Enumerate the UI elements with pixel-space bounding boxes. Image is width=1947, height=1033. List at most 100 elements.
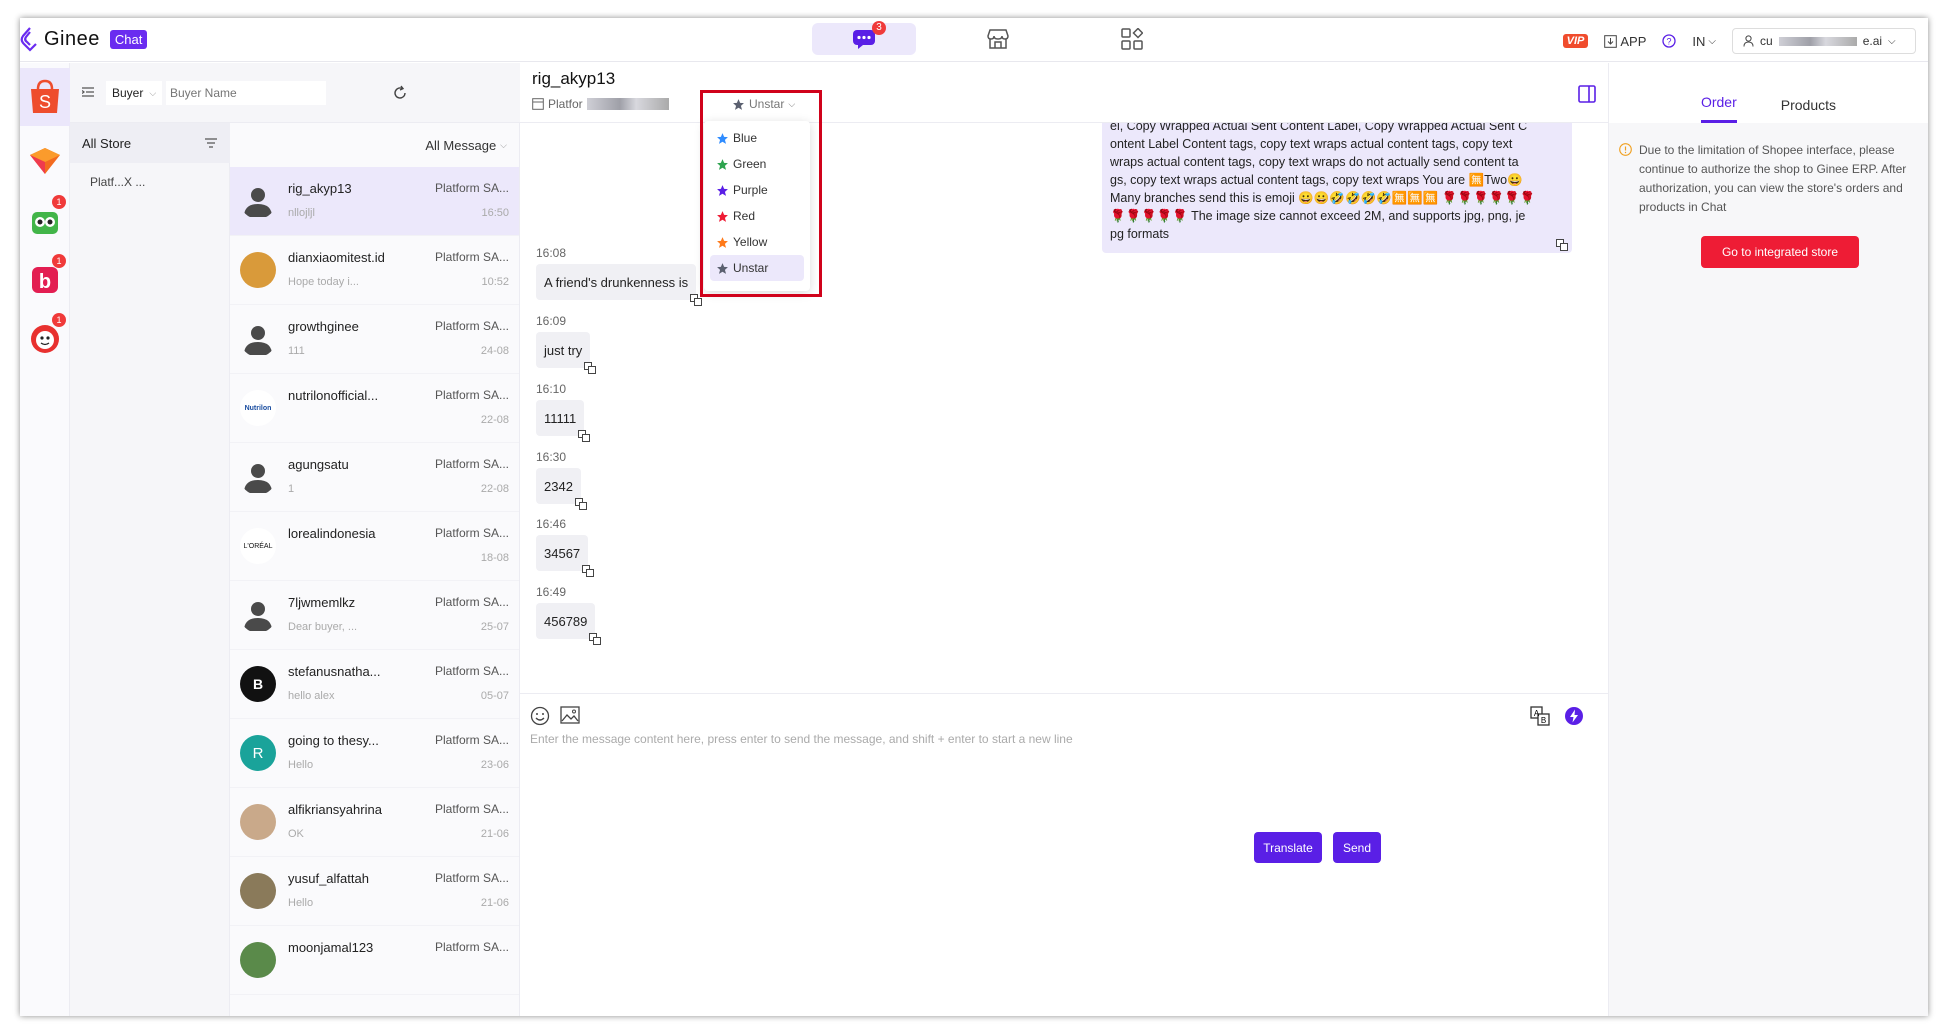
buyer-type-label: Buyer (112, 86, 144, 100)
emoji-icon[interactable] (530, 706, 550, 726)
user-menu[interactable]: cu e.ai ⌵ (1732, 28, 1916, 54)
svg-text:B: B (1541, 716, 1546, 725)
translate-button[interactable]: Translate (1254, 832, 1322, 863)
translate-icon[interactable] (589, 633, 602, 645)
conversation-item[interactable]: L'ORÉAL lorealindonesia Platform SA... 18-0… (230, 512, 519, 581)
menu-collapse-icon[interactable] (82, 87, 94, 97)
platform-blibli[interactable]: 1 (20, 309, 70, 367)
conversation-item[interactable]: dianxiaomitest.id Platform SA... Hope toda… (230, 236, 519, 305)
tab-store[interactable] (946, 23, 1050, 55)
incoming-message-text: just try (544, 342, 583, 358)
ginee-logo-icon (20, 27, 37, 52)
send-button[interactable]: Send (1333, 832, 1381, 863)
conversation-body: dianxiaomitest.id Platform SA... Hope toda… (288, 244, 509, 296)
conversation-time: 22-08 (480, 483, 509, 495)
image-icon[interactable] (560, 706, 580, 724)
conversation-name: rig_akyp13 (288, 181, 352, 196)
conversation-body: rig_akyp13 Platform SA... nllojljl 16:50 (288, 175, 509, 227)
tab-apps[interactable] (1080, 23, 1184, 55)
conversation-preview: OK (288, 828, 304, 840)
outgoing-message-text: el, Copy Wrapped Actual Sent Content Lab… (1110, 123, 1564, 243)
incoming-message: A friend's drunkenness is (536, 264, 703, 306)
app-download[interactable]: APP (1604, 34, 1646, 49)
conversation-item[interactable]: Rgoing to thesy... Platform SA... Hello 23-… (230, 719, 519, 788)
platform-shopee[interactable]: S (20, 68, 70, 126)
incoming-message-text: 11111 (544, 410, 577, 426)
ginee-logo[interactable]: Ginee Chat (20, 26, 148, 52)
avatar (240, 183, 276, 219)
outgoing-line: el, Copy Wrapped Actual Sent Content Lab… (1110, 123, 1528, 133)
tab-chat[interactable]: 3 (812, 21, 916, 55)
conversation-items: rig_akyp13 Platform SA... nllojljl 16:50 dia… (230, 167, 519, 995)
conversation-item[interactable]: rig_akyp13 Platform SA... nllojljl 16:50 (230, 167, 519, 236)
conversation-item[interactable]: 7ljwmemlkz Platform SA... Dear buyer, ... 2… (230, 581, 519, 650)
refresh-icon[interactable] (392, 85, 408, 101)
platform-bukalapak[interactable]: b 1 (20, 250, 70, 308)
message-filter[interactable]: All Message ⌵ (230, 123, 519, 167)
go-to-integrated-store-button[interactable]: Go to integrated store (1701, 236, 1859, 268)
buyer-name-input[interactable] (166, 81, 326, 105)
conversation-preview: nllojljl (288, 207, 315, 219)
conversation-store: Platform SA... (434, 181, 509, 195)
message-time: 16:08 (536, 246, 567, 260)
conversation-store: Platform SA... (434, 664, 509, 678)
default-avatar-icon (244, 602, 272, 631)
platform-lazada[interactable] (20, 132, 70, 190)
apps-grid-icon (1121, 28, 1143, 50)
shopee-icon: S (31, 79, 59, 113)
buyer-type-select[interactable]: Buyer ⌵ (106, 81, 163, 105)
tab-order[interactable]: Order (1700, 94, 1737, 123)
loreal-logo-icon: L'ORÉAL (243, 542, 273, 550)
chat-area: rig_akyp13 Platfor Unstar ⌵ el, Copy Wra… (520, 63, 1608, 1016)
conversation-item[interactable]: alfikriansyahrina Platform SA... OK 21-06 (230, 788, 519, 857)
conversation-time: 23-06 (480, 759, 509, 771)
store-filter-header[interactable]: All Store (70, 123, 230, 163)
conversation-item[interactable]: growthginee Platform SA... 111 24-08 (230, 305, 519, 374)
chat-header: rig_akyp13 Platfor Unstar ⌵ (520, 63, 1608, 123)
user-suffix: e.ai (1862, 34, 1883, 48)
all-store-label: All Store (82, 135, 132, 151)
buyer-filter-bar: Buyer ⌵ (70, 63, 520, 123)
order-panel: Order Products Due to the limitation of … (1608, 63, 1928, 1016)
incoming-message-text: A friend's drunkenness is (544, 274, 689, 290)
translate-icon[interactable] (582, 565, 595, 577)
region-select[interactable]: IN ⌵ (1692, 34, 1716, 49)
platform-tokopedia[interactable]: 1 (20, 191, 70, 249)
user-prefix: cu (1760, 34, 1773, 48)
composer-right-tools: AB (1530, 706, 1584, 726)
translate-icon[interactable] (584, 362, 597, 374)
incoming-message-text: 2342 (544, 478, 573, 494)
conversation-item[interactable]: Bstefanusnatha... Platform SA... hello ale… (230, 650, 519, 719)
top-bar: Ginee Chat 3 VIP APP ? IN ⌵ cu e.ai ⌵ (20, 18, 1928, 62)
store-item[interactable]: Platf...X ... (90, 175, 145, 189)
conversation-preview: Hello (288, 897, 314, 909)
filter-icon[interactable] (204, 138, 218, 148)
download-icon (1604, 34, 1618, 48)
store-icon (987, 29, 1009, 49)
bukalapak-badge: 1 (52, 254, 66, 268)
conversation-preview: 111 (288, 345, 305, 357)
quick-reply-icon[interactable] (1564, 706, 1584, 726)
svg-text:A: A (1534, 709, 1540, 718)
chevron-down-icon: ⌵ (1888, 35, 1896, 47)
translate-icon[interactable] (578, 430, 591, 442)
translate-icon[interactable] (1556, 239, 1568, 251)
conversation-item[interactable]: yusuf_alfattah Platform SA... Hello 21-06 (230, 857, 519, 926)
tokopedia-badge: 1 (52, 195, 66, 209)
conversation-item[interactable]: moonjamal123 Platform SA... (230, 926, 519, 995)
message-time: 16:30 (536, 450, 567, 464)
conversation-item[interactable]: agungsatu Platform SA... 1 22-08 (230, 443, 519, 512)
message-input-placeholder[interactable]: Enter the message content here, press en… (530, 732, 1073, 746)
panel-toggle-icon[interactable] (1578, 85, 1596, 103)
message-composer: AB Enter the message content here, press… (520, 693, 1608, 1016)
translate-icon[interactable] (574, 498, 587, 510)
avatar: B (240, 666, 276, 702)
conversation-item[interactable]: Nutrilon nutrilonofficial... Platform SA..… (230, 374, 519, 443)
vip-badge[interactable]: VIP (1562, 34, 1589, 48)
conversation-body: stefanusnatha... Platform SA... hello alex… (288, 658, 509, 710)
auto-translate-icon[interactable]: AB (1530, 706, 1550, 726)
help-icon[interactable]: ? (1662, 34, 1677, 48)
conversation-store: Platform SA... (434, 595, 509, 609)
tab-products[interactable]: Products (1781, 97, 1836, 123)
conversation-body: alfikriansyahrina Platform SA... OK 21-06 (288, 796, 509, 848)
